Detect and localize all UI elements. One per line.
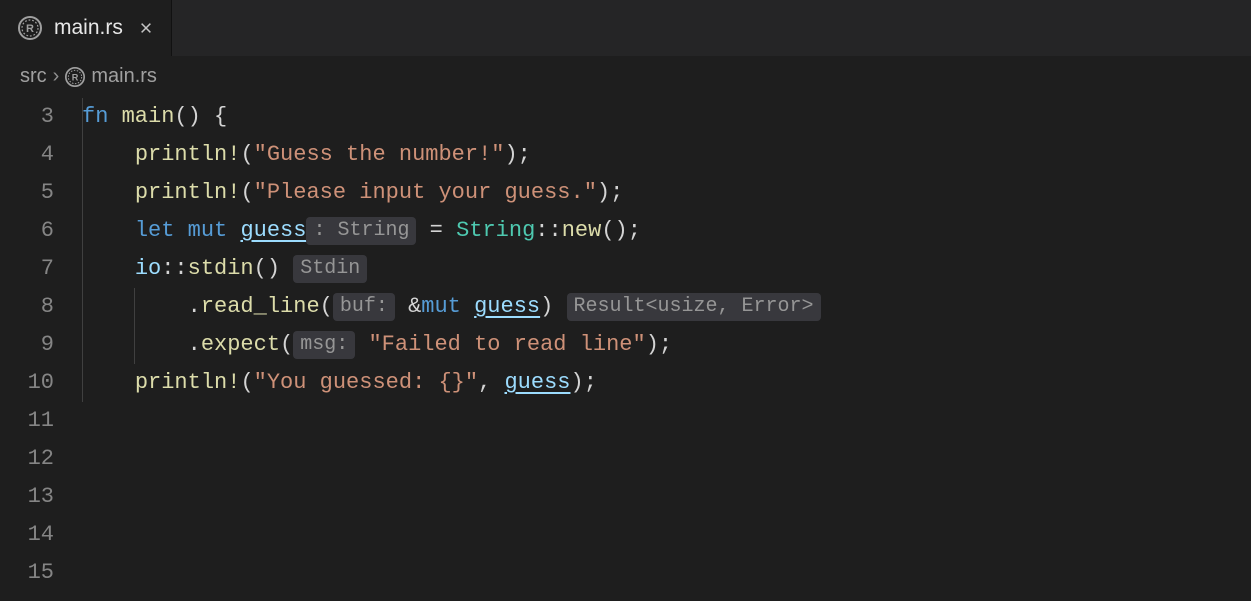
code-token: ( [280,332,293,357]
code-token: expect [201,332,280,357]
code-token: mut [188,218,228,243]
breadcrumb: src › R main.rs [0,56,1251,98]
code-line[interactable]: println!("Please input your guess."); [82,174,1251,212]
code-token: let [135,218,175,243]
line-number: 5 [0,174,54,212]
code-token: new [562,218,602,243]
svg-text:R: R [26,23,34,35]
code-token: { [214,104,227,129]
code-token: ( [240,142,253,167]
svg-text:R: R [72,72,79,82]
tab-bar: R main.rs [0,0,1251,56]
code-line[interactable]: io::stdin() Stdin [82,250,1251,288]
code-token: println! [135,142,241,167]
line-number: 15 [0,554,54,592]
line-number: 13 [0,478,54,516]
line-number: 4 [0,136,54,174]
code-token: mut [421,294,461,319]
tab-label: main.rs [54,16,123,40]
code-token: & [408,294,421,319]
code-line[interactable]: .read_line(buf: &mut guess) Result<usize… [82,288,1251,326]
inlay-hint: : String [306,217,416,245]
code-line[interactable]: fn main() { [82,98,1251,136]
line-number: 9 [0,326,54,364]
rust-icon: R [65,67,85,87]
code-token: . [188,294,201,319]
code-token: (); [601,218,641,243]
inlay-hint: Stdin [293,255,367,283]
code-token: . [188,332,201,357]
code-token: println! [135,370,241,395]
line-number: 12 [0,440,54,478]
code-token: main [122,104,175,129]
inlay-hint: msg: [293,331,355,359]
line-number: 3 [0,98,54,136]
code-token: guess [504,370,570,395]
code-token: guess [240,218,306,243]
code-line[interactable]: .expect(msg: "Failed to read line"); [82,326,1251,364]
code-token: "Please input your guess." [254,180,597,205]
breadcrumb-folder[interactable]: src [20,65,47,88]
code-token: fn [82,104,108,129]
code-token: String [456,218,535,243]
tab-main-rs[interactable]: R main.rs [0,0,172,56]
code-token: ( [240,180,253,205]
code-token: stdin [188,256,254,281]
code-token: ( [320,294,333,319]
code-token: guess [474,294,540,319]
code-token [227,218,240,243]
line-number-gutter: 3456789101112131415 [0,98,82,592]
chevron-right-icon: › [53,65,60,88]
code-token: :: [535,218,561,243]
code-token: "Failed to read line" [368,332,645,357]
code-token: ); [571,370,597,395]
code-token: ) [540,294,553,319]
code-editor[interactable]: 3456789101112131415 fn main() { println!… [0,98,1251,592]
code-area[interactable]: fn main() { println!("Guess the number!"… [82,98,1251,592]
rust-icon: R [18,16,42,40]
code-token: "You guessed: {}" [254,370,478,395]
code-token [553,294,566,319]
line-number: 7 [0,250,54,288]
code-line[interactable]: let mut guess: String = String::new(); [82,212,1251,250]
line-number: 14 [0,516,54,554]
breadcrumb-file[interactable]: main.rs [91,65,157,88]
code-token: , [478,370,491,395]
code-token: ); [504,142,530,167]
code-token [108,104,121,129]
code-token: println! [135,180,241,205]
code-token: "Guess the number!" [254,142,505,167]
code-token: ); [646,332,672,357]
line-number: 8 [0,288,54,326]
code-token [395,294,408,319]
inlay-hint: Result<usize, Error> [567,293,821,321]
code-token: () [254,256,280,281]
code-line[interactable]: println!("You guessed: {}", guess); [82,364,1251,402]
code-token [443,218,456,243]
code-token [174,218,187,243]
line-number: 11 [0,402,54,440]
code-token: = [430,218,443,243]
code-token: io [135,256,161,281]
code-token [461,294,474,319]
code-token [201,104,214,129]
line-number: 10 [0,364,54,402]
code-line[interactable]: println!("Guess the number!"); [82,136,1251,174]
code-token [416,218,429,243]
code-token [491,370,504,395]
code-token: :: [161,256,187,281]
inlay-hint: buf: [333,293,395,321]
code-token: ( [240,370,253,395]
code-token [355,332,368,357]
close-icon[interactable] [135,17,157,39]
code-token: ); [597,180,623,205]
code-token [280,256,293,281]
code-token: read_line [201,294,320,319]
code-token: () [174,104,200,129]
line-number: 6 [0,212,54,250]
